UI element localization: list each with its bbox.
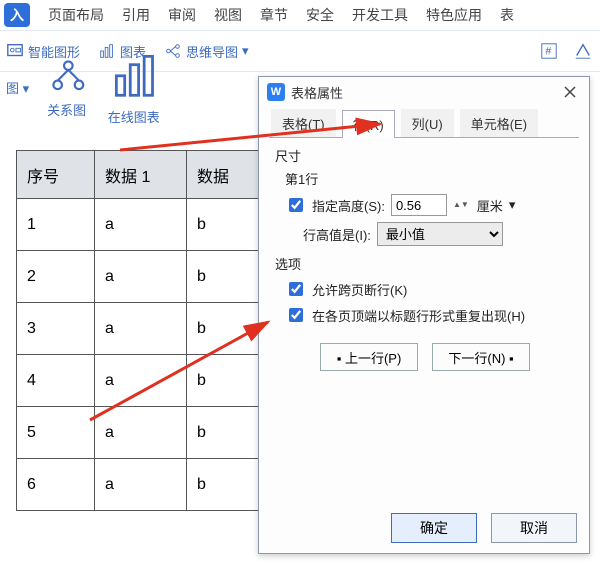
options-section: 选项 允许跨页断行(K) 在各页顶端以标题行形式重复出现(H) xyxy=(275,254,575,325)
toolbar-online-chart[interactable]: 在线图表 xyxy=(108,48,164,126)
dialog-title: 表格属性 xyxy=(291,83,343,102)
table-cell[interactable]: a xyxy=(95,407,187,459)
table-cell[interactable]: a xyxy=(95,355,187,407)
menu-sections[interactable]: 章节 xyxy=(260,5,288,25)
toolbar-relation-label: 关系图 xyxy=(47,103,86,118)
table-cell[interactable]: 6 xyxy=(17,459,95,511)
svg-text:#: # xyxy=(545,46,551,58)
table-row[interactable]: 3ab xyxy=(17,303,259,355)
main-menubar: 入 页面布局 引用 审阅 视图 章节 安全 开发工具 特色应用 表 xyxy=(0,0,600,30)
current-row-label: 第1行 xyxy=(285,169,575,188)
table-row[interactable]: 4ab xyxy=(17,355,259,407)
table-cell[interactable]: b xyxy=(187,355,259,407)
menu-review[interactable]: 审阅 xyxy=(168,5,196,25)
table-cell[interactable]: 3 xyxy=(17,303,95,355)
toolbar-chart-dropdown-label: 图 ▾ xyxy=(6,81,29,96)
table-cell[interactable]: 2 xyxy=(17,251,95,303)
relation-icon xyxy=(47,55,90,98)
table-cell[interactable]: b xyxy=(187,459,259,511)
row-height-is-label: 行高值是(I): xyxy=(303,225,371,244)
menu-references[interactable]: 引用 xyxy=(122,5,150,25)
repeat-header-label: 在各页顶端以标题行形式重复出现(H) xyxy=(312,306,525,325)
tab-cell[interactable]: 单元格(E) xyxy=(460,109,538,137)
height-unit: 厘米 xyxy=(477,196,503,215)
menu-table[interactable]: 表 xyxy=(500,5,514,25)
dialog-body: 尺寸 第1行 指定高度(S): ▲▼ 厘米 ▾ 行高值是(I): 最小值 选项 … xyxy=(269,137,579,497)
table-properties-dialog: W 表格属性 表格(T) 行(R) 列(U) 单元格(E) 尺寸 第1行 指定高… xyxy=(258,76,590,554)
toolbar-mindmap-label: 思维导图 xyxy=(186,42,238,61)
table-cell[interactable]: b xyxy=(187,251,259,303)
next-row-button[interactable]: 下一行(N) ▪ xyxy=(432,343,530,371)
options-section-label: 选项 xyxy=(275,254,575,273)
menu-devtools[interactable]: 开发工具 xyxy=(352,5,408,25)
ribbon-toolbar: 智能图形 图表 思维导图 ▾ # xyxy=(0,30,600,72)
dialog-titlebar: W 表格属性 xyxy=(259,77,589,107)
allow-break-label: 允许跨页断行(K) xyxy=(312,280,407,299)
toolbar-online-chart-label: 在线图表 xyxy=(108,110,160,125)
document-table[interactable]: 序号 数据 1 数据 1ab2ab3ab4ab5ab6ab xyxy=(16,150,259,511)
table-cell[interactable]: a xyxy=(95,459,187,511)
dialog-tabs: 表格(T) 行(R) 列(U) 单元格(E) xyxy=(259,107,589,137)
table-cell[interactable]: a xyxy=(95,303,187,355)
table-header-row[interactable]: 序号 数据 1 数据 xyxy=(17,151,259,199)
table-row[interactable]: 2ab xyxy=(17,251,259,303)
online-chart-icon xyxy=(108,48,164,104)
table-header[interactable]: 数据 1 xyxy=(95,151,187,199)
menu-page-layout[interactable]: 页面布局 xyxy=(48,5,104,25)
size-section: 尺寸 第1行 指定高度(S): ▲▼ 厘米 ▾ 行高值是(I): 最小值 xyxy=(275,146,575,246)
table-header[interactable]: 序号 xyxy=(17,151,95,199)
toolbar-mindmap[interactable]: 思维导图 ▾ xyxy=(164,42,249,61)
dialog-icon: W xyxy=(267,83,285,101)
hash-icon[interactable]: # xyxy=(540,42,558,60)
toolbar-chart-dropdown[interactable]: 图 ▾ xyxy=(6,78,29,97)
mindmap-icon xyxy=(164,42,182,60)
table-cell[interactable]: a xyxy=(95,251,187,303)
table-cell[interactable]: b xyxy=(187,303,259,355)
repeat-header-checkbox[interactable] xyxy=(289,308,303,322)
table-cell[interactable]: 5 xyxy=(17,407,95,459)
tab-column[interactable]: 列(U) xyxy=(401,109,454,137)
menu-view[interactable]: 视图 xyxy=(214,5,242,25)
spinner-icons[interactable]: ▲▼ xyxy=(453,201,469,209)
height-input[interactable] xyxy=(391,194,447,216)
table-row[interactable]: 1ab xyxy=(17,199,259,251)
table-cell[interactable]: b xyxy=(187,407,259,459)
smart-shape-icon xyxy=(6,42,24,60)
table-row[interactable]: 5ab xyxy=(17,407,259,459)
app-logo: 入 xyxy=(4,3,30,27)
table-cell[interactable]: b xyxy=(187,199,259,251)
table-header[interactable]: 数据 xyxy=(187,151,259,199)
menu-featured[interactable]: 特色应用 xyxy=(426,5,482,25)
close-icon xyxy=(563,85,577,99)
close-button[interactable] xyxy=(559,81,581,103)
menu-security[interactable]: 安全 xyxy=(306,5,334,25)
table-cell[interactable]: 4 xyxy=(17,355,95,407)
table-cell[interactable]: a xyxy=(95,199,187,251)
ok-button[interactable]: 确定 xyxy=(391,513,477,543)
specify-height-checkbox[interactable] xyxy=(289,198,303,212)
prev-row-button[interactable]: ▪ 上一行(P) xyxy=(320,343,418,371)
tab-row[interactable]: 行(R) xyxy=(342,110,395,138)
table-row[interactable]: 6ab xyxy=(17,459,259,511)
tab-table[interactable]: 表格(T) xyxy=(271,109,336,137)
format-icon[interactable] xyxy=(574,42,592,60)
table-cell[interactable]: 1 xyxy=(17,199,95,251)
row-height-is-select[interactable]: 最小值 xyxy=(377,222,503,246)
allow-break-checkbox[interactable] xyxy=(289,282,303,296)
toolbar-relation[interactable]: 关系图 xyxy=(47,55,90,120)
cancel-button[interactable]: 取消 xyxy=(491,513,577,543)
size-section-label: 尺寸 xyxy=(275,146,575,165)
specify-height-label: 指定高度(S): xyxy=(312,196,385,215)
